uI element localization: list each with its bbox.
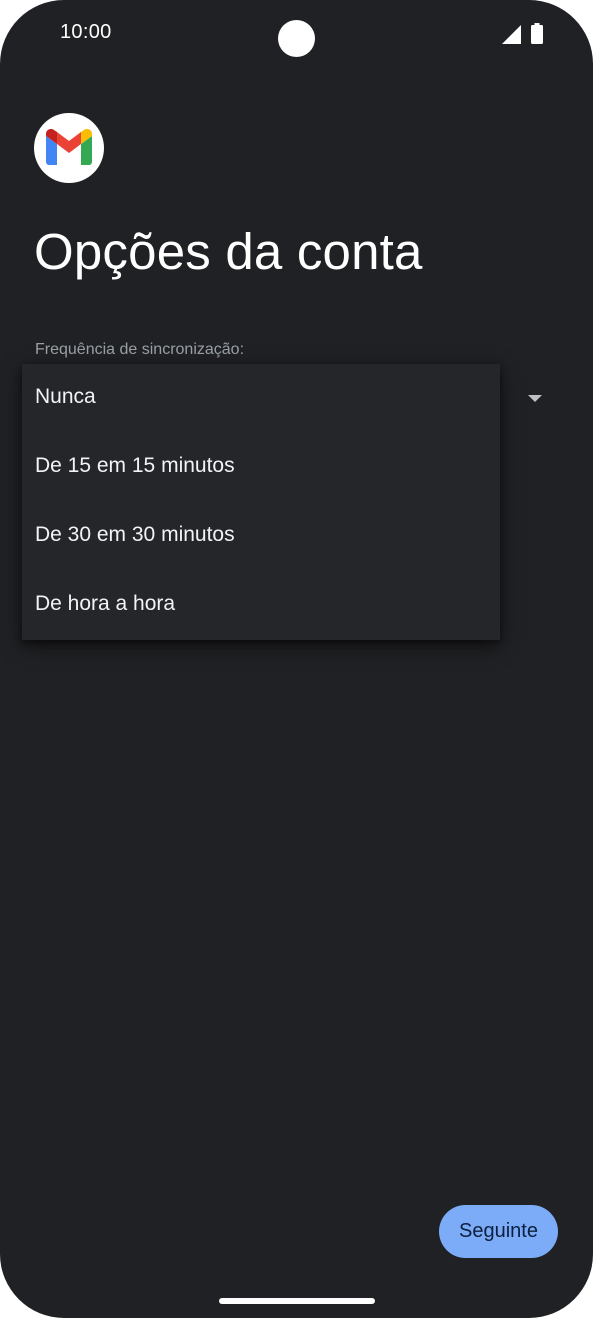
home-indicator[interactable] <box>219 1298 375 1304</box>
page-title: Opções da conta <box>34 223 423 280</box>
chevron-down-icon[interactable] <box>528 395 542 402</box>
status-time: 10:00 <box>60 21 112 43</box>
gmail-logo-icon <box>34 113 104 183</box>
signal-icon <box>502 25 521 44</box>
next-button[interactable]: Seguinte <box>439 1205 558 1258</box>
menu-item-label: De hora a hora <box>35 592 176 615</box>
battery-icon <box>531 23 543 44</box>
menu-item-never[interactable]: Nunca <box>22 364 500 433</box>
screen: 10:00 Opções da conta Frequência de sinc… <box>0 0 593 1318</box>
menu-item-30-minutes[interactable]: De 30 em 30 minutos <box>22 502 500 571</box>
front-camera-cutout <box>278 20 315 57</box>
menu-item-hourly[interactable]: De hora a hora <box>22 571 500 640</box>
status-bar: 10:00 <box>0 0 593 70</box>
menu-item-15-minutes[interactable]: De 15 em 15 minutos <box>22 433 500 502</box>
sync-frequency-dropdown-menu: Nunca De 15 em 15 minutos De 30 em 30 mi… <box>22 364 500 640</box>
sync-frequency-label: Frequência de sincronização: <box>35 341 245 358</box>
menu-item-label: De 30 em 30 minutos <box>35 523 235 546</box>
menu-item-label: De 15 em 15 minutos <box>35 454 235 477</box>
menu-item-label: Nunca <box>35 385 96 408</box>
